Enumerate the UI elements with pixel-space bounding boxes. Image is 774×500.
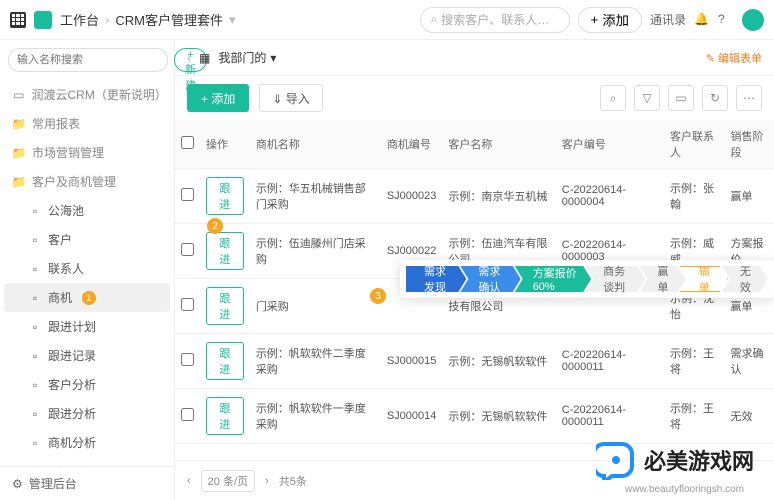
stage-step[interactable]: 商务谈判	[585, 266, 645, 292]
page-size-select[interactable]: 20 条/页	[201, 470, 255, 492]
follow-button[interactable]: 跟进	[206, 287, 244, 325]
sec-icon: ▭	[12, 88, 26, 102]
total-count: 共5条	[279, 473, 307, 489]
contacts-link[interactable]: 通讯录	[650, 11, 686, 28]
stage-popup: 需求发现需求确认方案报价 60%商务谈判赢单输单无效	[400, 260, 774, 298]
follow-button[interactable]: 跟进	[206, 177, 244, 215]
card-icon[interactable]: ▭	[668, 85, 694, 111]
filter-icon[interactable]: ▽	[634, 85, 660, 111]
edit-form-link[interactable]: ✎ 编辑表单	[706, 50, 762, 66]
item-icon: ▫	[28, 262, 42, 276]
apps-icon[interactable]	[10, 12, 26, 28]
sidebar-item[interactable]: 📁市场营销管理	[0, 138, 174, 167]
row-checkbox[interactable]	[181, 243, 194, 256]
sidebar-item[interactable]: ▫客户	[0, 225, 174, 254]
breadcrumb-suite[interactable]: CRM客户管理套件	[115, 10, 223, 29]
search-input[interactable]: ⌕ 搜索客户、联系人…	[420, 7, 570, 33]
annotation-badge-3: 3	[370, 288, 386, 304]
select-all-checkbox[interactable]	[181, 136, 194, 149]
item-icon: ▫	[28, 233, 42, 247]
folder-icon: 📁	[12, 146, 26, 160]
sidebar-item[interactable]: ▫商机分析	[0, 428, 174, 457]
table-row: 跟进 示例：帆软软件二季度采购SJ000015 示例：无锡帆软软件C-20220…	[175, 334, 774, 389]
item-icon: ▫	[28, 320, 42, 334]
sidebar-item[interactable]: ▫商机1	[4, 283, 170, 312]
folder-icon: 📁	[12, 175, 26, 189]
admin-link[interactable]: ⚙ 管理后台	[0, 466, 174, 500]
breadcrumb-workspace[interactable]: 工作台	[60, 10, 99, 29]
column-header[interactable]: 客户联系人	[664, 120, 724, 169]
add-record-button[interactable]: + 添加	[187, 84, 249, 112]
badge: 1	[82, 291, 96, 305]
bell-icon[interactable]: 🔔	[694, 12, 710, 28]
stage-step[interactable]: 无效	[722, 266, 768, 292]
avatar[interactable]	[742, 9, 764, 31]
add-button[interactable]: + 添加	[578, 7, 642, 33]
stage-step[interactable]: 需求发现	[406, 266, 466, 292]
breadcrumb: 工作台 › CRM客户管理套件 ▾	[60, 10, 236, 29]
sidebar-item[interactable]: 📁客户及商机管理	[0, 167, 174, 196]
next-page[interactable]: ›	[265, 475, 269, 487]
stage-step[interactable]: 方案报价 60%	[515, 266, 591, 292]
item-icon: ▫	[28, 349, 42, 363]
refresh-icon[interactable]: ↻	[702, 85, 728, 111]
sidebar-item[interactable]: 📁常用报表	[0, 109, 174, 138]
chevron-down-icon[interactable]: ▾	[229, 12, 236, 28]
annotation-badge-2: 2	[207, 218, 223, 234]
sidebar-item[interactable]: ▫跟进记录	[0, 341, 174, 370]
import-button[interactable]: ⇓ 导入	[259, 84, 322, 112]
column-header[interactable]: 操作	[200, 120, 250, 169]
row-checkbox[interactable]	[181, 408, 194, 421]
stage-step[interactable]: 需求确认	[460, 266, 520, 292]
chevron-right-icon: ›	[105, 12, 109, 27]
sidebar-search-input[interactable]	[8, 48, 168, 72]
help-icon[interactable]: ?	[718, 12, 734, 28]
item-icon: ▫	[28, 407, 42, 421]
follow-button[interactable]: 跟进	[206, 342, 244, 380]
content: ‹ ▦ 我部门的 ▾ ✎ 编辑表单 + 添加 ⇓ 导入 ⌕ ▽ ▭ ↻ ⋯ 操作…	[175, 40, 774, 500]
item-icon: ▫	[28, 436, 42, 450]
sidebar-item[interactable]: ▫联系人	[0, 254, 174, 283]
more-icon[interactable]: ⋯	[736, 85, 762, 111]
chevron-down-icon: ▾	[270, 51, 276, 65]
sidebar-item[interactable]: ▫客户分析	[0, 370, 174, 399]
watermark-url: www.beautyflooringsh.com	[625, 484, 744, 495]
sidebar-item[interactable]: ▫跟进计划	[0, 312, 174, 341]
topbar: 工作台 › CRM客户管理套件 ▾ ⌕ 搜索客户、联系人… + 添加 通讯录 🔔…	[0, 0, 774, 40]
item-icon: ▫	[28, 204, 42, 218]
column-header[interactable]: 销售阶段	[725, 120, 774, 169]
grid-icon: ▦	[199, 51, 210, 65]
gear-icon: ⚙	[12, 477, 23, 491]
column-header[interactable]: 客户名称	[442, 120, 555, 169]
stage-step[interactable]: 赢单	[640, 266, 686, 292]
sidebar-item[interactable]: ▫跟进分析	[0, 399, 174, 428]
folder-icon: 📁	[12, 117, 26, 131]
search-icon[interactable]: ⌕	[600, 85, 626, 111]
row-checkbox[interactable]	[181, 353, 194, 366]
sidebar-item[interactable]: ▫公海池	[0, 196, 174, 225]
table-row: 跟进 示例：华五机械销售部门采购SJ000023 示例：南京华五机械C-2022…	[175, 169, 774, 224]
sidebar: + 新建 ▭润渡云CRM（更新说明）📁常用报表📁市场营销管理📁客户及商机管理▫公…	[0, 40, 175, 500]
follow-button[interactable]: 跟进	[206, 397, 244, 435]
item-icon: ▫	[28, 378, 42, 392]
dept-selector[interactable]: 我部门的 ▾	[218, 49, 276, 66]
column-header[interactable]: 商机编号	[381, 120, 443, 169]
search-icon: ⌕	[431, 12, 438, 27]
item-icon: ▫	[28, 291, 42, 305]
collapse-icon[interactable]: ‹	[187, 51, 191, 65]
logo	[34, 11, 52, 29]
sidebar-item[interactable]: ▭润渡云CRM（更新说明）	[0, 80, 174, 109]
table-row: 跟进 示例：帆软软件一季度采购SJ000014 示例：无锡帆软软件C-20220…	[175, 389, 774, 444]
row-checkbox[interactable]	[181, 298, 194, 311]
follow-button[interactable]: 跟进	[206, 232, 244, 270]
prev-page[interactable]: ‹	[187, 475, 191, 487]
watermark: 必美游戏网	[596, 440, 754, 480]
column-header[interactable]: 客户编号	[556, 120, 664, 169]
column-header[interactable]: 商机名称	[250, 120, 381, 169]
sidebar-item[interactable]: 📁产品报价管理	[0, 457, 174, 466]
stage-step[interactable]: 输单	[680, 266, 728, 292]
watermark-logo-icon	[596, 440, 636, 480]
row-checkbox[interactable]	[181, 188, 194, 201]
